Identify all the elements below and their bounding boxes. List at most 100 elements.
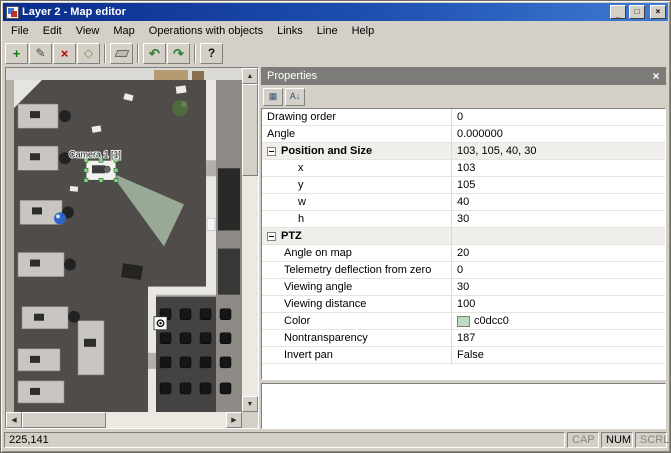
scroll-down-button[interactable]: ▼ (242, 396, 258, 412)
property-value[interactable]: 187 (452, 330, 665, 346)
help-icon: ? (208, 47, 215, 59)
app-icon (6, 6, 19, 19)
property-name: Viewing angle (262, 279, 452, 295)
color-swatch[interactable] (457, 316, 470, 327)
property-value[interactable]: 100 (452, 296, 665, 312)
property-name: w (262, 194, 452, 210)
polygon-icon: ◇ (84, 47, 93, 59)
undo-icon: ↶ (149, 47, 160, 60)
draw-line-button[interactable]: ✎ (29, 43, 52, 64)
vertical-scrollbar[interactable]: ▲ ▼ (242, 68, 258, 412)
alphabetical-sort-button[interactable]: A↓ (285, 88, 305, 106)
category-row-ptz[interactable]: PTZ (262, 228, 665, 245)
categorized-view-button[interactable]: ▦ (263, 88, 283, 106)
property-value[interactable]: 30 (452, 279, 665, 295)
menu-view[interactable]: View (69, 23, 107, 39)
camera-label: Camera 1 [1] (69, 149, 121, 159)
category-row-position-and-size[interactable]: Position and Size 103, 105, 40, 30 (262, 143, 665, 160)
category-value (452, 228, 665, 244)
add-object-button[interactable]: + (5, 43, 28, 64)
vertical-scroll-track[interactable] (242, 84, 258, 396)
sort-az-icon: A↓ (290, 92, 301, 101)
property-value[interactable]: 20 (452, 245, 665, 261)
property-row[interactable]: y 105 (262, 177, 665, 194)
property-row[interactable]: Viewing angle 30 (262, 279, 665, 296)
floorplan: Camera 1 [1] (6, 68, 242, 412)
scroll-up-button[interactable]: ▲ (242, 68, 258, 84)
titlebar[interactable]: Layer 2 - Map editor _ □ × (3, 3, 668, 21)
eraser-button[interactable] (110, 43, 133, 64)
main-area: Camera 1 [1] ▲ ▼ ◀ (3, 66, 668, 430)
delete-object-button[interactable]: × (53, 43, 76, 64)
property-value[interactable]: 0.000000 (452, 126, 665, 142)
globe-object[interactable] (54, 212, 66, 224)
map-canvas[interactable]: Camera 1 [1] (6, 68, 242, 412)
toolbar-separator (137, 44, 139, 63)
property-row[interactable]: h 30 (262, 211, 665, 228)
menu-help[interactable]: Help (345, 23, 382, 39)
help-button[interactable]: ? (200, 43, 223, 64)
horizontal-scrollbar[interactable]: ◀ ▶ (6, 412, 242, 428)
menu-line[interactable]: Line (310, 23, 345, 39)
toolbar: + ✎ × ◇ ↶ ↷ ? (3, 40, 668, 66)
property-value[interactable]: False (452, 347, 665, 363)
menu-operations-with-objects[interactable]: Operations with objects (142, 23, 270, 39)
property-value[interactable]: c0dcc0 (452, 313, 665, 329)
redo-icon: ↷ (173, 47, 184, 60)
property-name: Invert pan (262, 347, 452, 363)
camera-object[interactable] (84, 158, 118, 182)
property-name: Color (262, 313, 452, 329)
property-row-color[interactable]: Color c0dcc0 (262, 313, 665, 330)
edit-points-button[interactable]: ◇ (77, 43, 100, 64)
property-name: h (262, 211, 452, 227)
property-row[interactable]: Angle 0.000000 (262, 126, 665, 143)
scroll-left-button[interactable]: ◀ (6, 412, 22, 428)
minimize-button[interactable]: _ (610, 5, 626, 19)
property-value[interactable]: 30 (452, 211, 665, 227)
property-name: Angle (262, 126, 452, 142)
maximize-button[interactable]: □ (629, 5, 645, 19)
scroll-right-button[interactable]: ▶ (226, 412, 242, 428)
properties-close-icon[interactable]: × (648, 69, 664, 83)
property-row[interactable]: Angle on map 20 (262, 245, 665, 262)
horizontal-scroll-thumb[interactable] (22, 412, 106, 428)
category-name: PTZ (262, 228, 452, 244)
properties-title: Properties (267, 70, 648, 82)
property-row[interactable]: w 40 (262, 194, 665, 211)
caps-lock-indicator: CAP (567, 432, 599, 448)
menubar: File Edit View Map Operations with objec… (3, 21, 668, 40)
property-value[interactable]: 0 (452, 262, 665, 278)
property-row[interactable]: Invert pan False (262, 347, 665, 364)
property-row[interactable]: Nontransparency 187 (262, 330, 665, 347)
property-value[interactable]: 103 (452, 160, 665, 176)
property-row[interactable]: Viewing distance 100 (262, 296, 665, 313)
property-name: Angle on map (262, 245, 452, 261)
sensor-object[interactable] (154, 317, 167, 330)
map-editor-window: Layer 2 - Map editor _ □ × File Edit Vie… (0, 0, 671, 453)
property-name: y (262, 177, 452, 193)
menu-file[interactable]: File (4, 23, 36, 39)
vertical-scroll-thumb[interactable] (242, 84, 258, 176)
redo-button[interactable]: ↷ (167, 43, 190, 64)
property-row[interactable]: Telemetry deflection from zero 0 (262, 262, 665, 279)
num-lock-indicator: NUM (601, 432, 633, 448)
pencil-icon: ✎ (35, 47, 45, 59)
property-value[interactable]: 105 (452, 177, 665, 193)
menu-links[interactable]: Links (270, 23, 310, 39)
menu-map[interactable]: Map (106, 23, 141, 39)
property-value[interactable]: 0 (452, 109, 665, 125)
horizontal-scroll-track[interactable] (22, 412, 226, 428)
delete-icon: × (61, 47, 69, 60)
property-row[interactable]: x 103 (262, 160, 665, 177)
property-row[interactable]: Drawing order 0 (262, 109, 665, 126)
toolbar-separator (104, 44, 106, 63)
property-description-box (261, 383, 666, 429)
property-name: x (262, 160, 452, 176)
categorized-icon: ▦ (269, 92, 278, 101)
close-button[interactable]: × (650, 5, 666, 19)
collapse-icon[interactable] (267, 232, 276, 241)
collapse-icon[interactable] (267, 147, 276, 156)
undo-button[interactable]: ↶ (143, 43, 166, 64)
property-value[interactable]: 40 (452, 194, 665, 210)
menu-edit[interactable]: Edit (36, 23, 69, 39)
